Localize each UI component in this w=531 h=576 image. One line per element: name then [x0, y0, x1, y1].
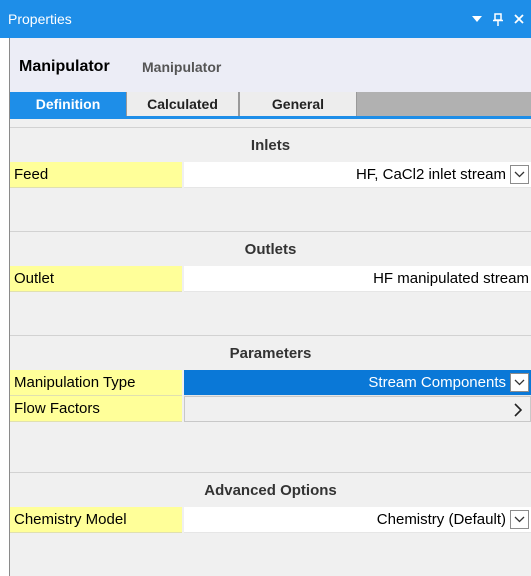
- property-label: Chemistry Model: [10, 507, 182, 533]
- property-label: Manipulation Type: [10, 370, 182, 396]
- section-spacer: [10, 533, 531, 576]
- section-spacer: [10, 422, 531, 472]
- flow-factors-value[interactable]: [184, 396, 531, 422]
- panel-titlebar: Properties: [0, 0, 531, 38]
- manipulation-type-value[interactable]: Stream Components: [184, 370, 531, 396]
- tab-underline: [10, 116, 531, 119]
- tab-calculated[interactable]: Calculated: [126, 92, 239, 116]
- outlet-value[interactable]: HF manipulated stream: [184, 266, 531, 292]
- property-row-flow-factors: Flow Factors: [10, 396, 531, 422]
- object-name: Manipulator: [19, 58, 110, 75]
- section-spacer: [10, 188, 531, 231]
- tab-general[interactable]: General: [239, 92, 357, 116]
- object-type: Manipulator: [142, 59, 222, 75]
- panel-left-margin: [0, 38, 9, 576]
- feed-value[interactable]: HF, CaCl2 inlet stream: [184, 162, 531, 188]
- tab-definition[interactable]: Definition: [10, 92, 126, 116]
- outlet-value-text: HF manipulated stream: [373, 270, 529, 287]
- chevron-down-icon[interactable]: [510, 510, 529, 529]
- properties-content: Manipulator Manipulator Definition Calcu…: [9, 38, 531, 576]
- property-label: Flow Factors: [10, 396, 182, 422]
- chevron-right-icon[interactable]: [510, 401, 526, 419]
- section-inlets-title: Inlets: [10, 127, 531, 162]
- chevron-down-icon[interactable]: [510, 165, 529, 184]
- pin-icon[interactable]: [492, 10, 504, 28]
- property-row-manipulation-type: Manipulation Type Stream Components: [10, 370, 531, 396]
- feed-value-text: HF, CaCl2 inlet stream: [355, 166, 506, 183]
- property-row-outlet: Outlet HF manipulated stream: [10, 266, 531, 292]
- dropdown-icon[interactable]: [471, 10, 483, 28]
- object-header: Manipulator Manipulator: [10, 38, 531, 92]
- close-icon[interactable]: [513, 10, 525, 28]
- section-spacer: [10, 292, 531, 335]
- chemistry-model-value-text: Chemistry (Default): [376, 511, 506, 528]
- chemistry-model-value[interactable]: Chemistry (Default): [184, 507, 531, 533]
- property-row-feed: Feed HF, CaCl2 inlet stream: [10, 162, 531, 188]
- properties-panel: Properties Manipulator Manipulator Defin…: [0, 0, 531, 576]
- panel-controls: [471, 9, 525, 29]
- panel-title: Properties: [8, 11, 72, 27]
- section-parameters-title: Parameters: [10, 335, 531, 370]
- property-label: Feed: [10, 162, 182, 188]
- chevron-down-icon[interactable]: [510, 373, 529, 392]
- section-advanced-title: Advanced Options: [10, 472, 531, 507]
- manipulation-type-value-text: Stream Components: [368, 374, 506, 391]
- property-label: Outlet: [10, 266, 182, 292]
- section-outlets-title: Outlets: [10, 231, 531, 266]
- tab-bar: Definition Calculated General: [10, 92, 531, 116]
- property-row-chemistry-model: Chemistry Model Chemistry (Default): [10, 507, 531, 533]
